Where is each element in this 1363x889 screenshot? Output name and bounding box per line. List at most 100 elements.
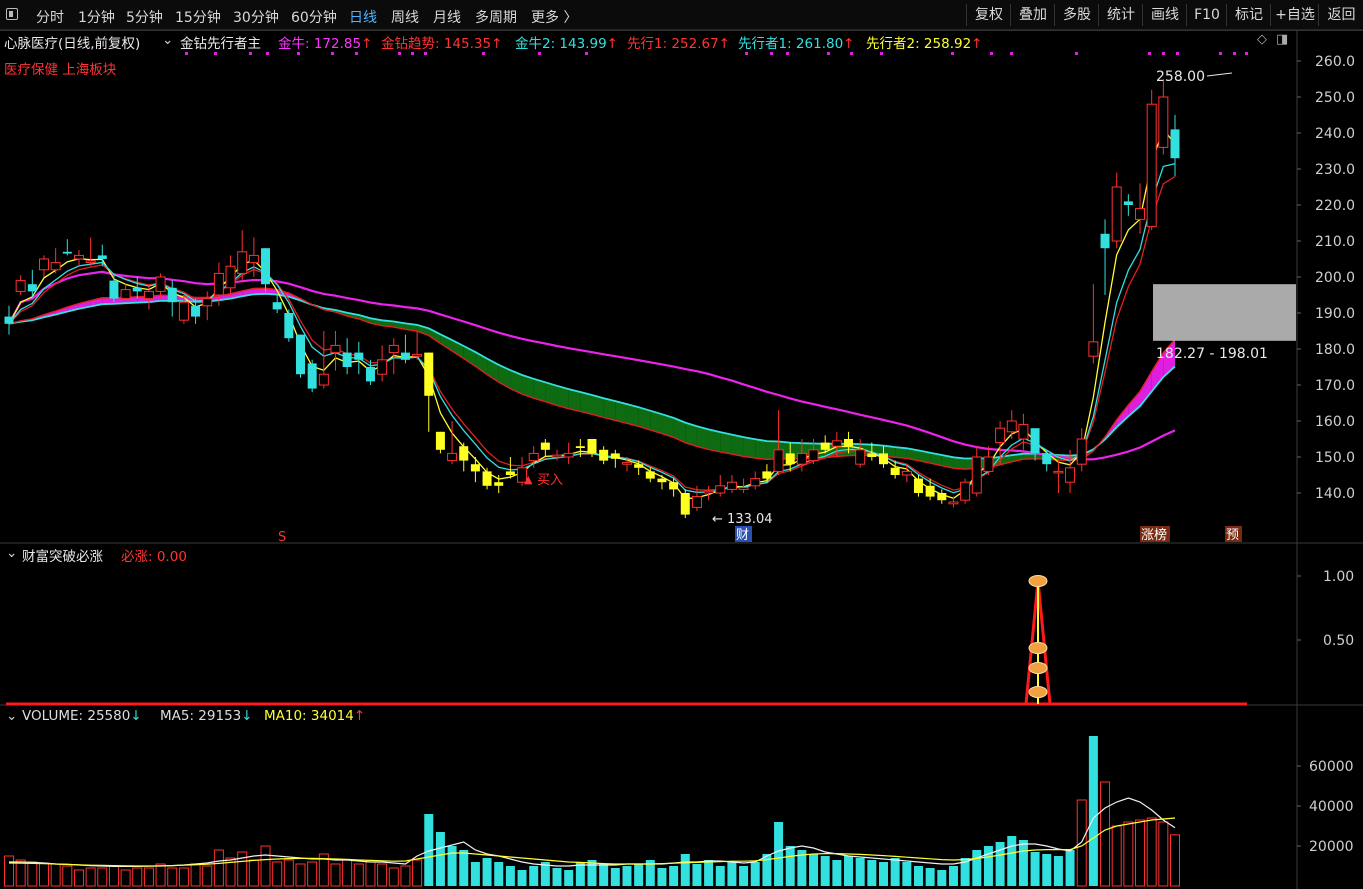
volume-value-2: MA10: 34014↑ [264,708,365,724]
signal-dot [1219,52,1222,55]
candle-body [948,501,959,505]
volume-bar [890,858,900,886]
sub-indicator-name[interactable]: 财富突破必涨 [22,545,103,565]
panel-layout-icon[interactable]: ◨ [1276,32,1288,47]
signal-dot [770,52,773,55]
signal-dot [585,52,588,55]
sub-tick-label: 0.50 [1323,633,1354,649]
volume-bar [587,860,597,886]
candle-body [412,353,423,357]
volume-toggle-icon[interactable]: ⌄ [6,708,17,724]
candle-body [1135,208,1146,220]
volume-bar [27,861,38,887]
yu-marker: 预 [1226,528,1239,543]
volume-text-2: MA10: 34014 [264,708,354,724]
volume-bar [470,862,480,886]
volume-bar [820,856,830,886]
candle-body [691,496,702,508]
diamond-icon[interactable]: ◇ [1257,32,1267,47]
indicator-name[interactable]: 金钻先行者主 [180,32,261,52]
volume-bar [505,866,515,886]
candle-body [424,352,434,396]
sector-tags[interactable]: 医疗保健 上海板块 [4,58,116,78]
indicator-text-2: 金牛2: 143.99 [515,36,607,52]
candle-body [1053,470,1064,474]
indicator-text-0: 金牛: 172.85 [278,36,362,52]
candle-body [225,265,236,289]
stock-title: 心脉医疗(日线,前复权) [4,36,141,52]
indicator-toggle-icon[interactable]: ⌄ [162,32,173,48]
candle-body [1042,453,1052,465]
fin-marker: 财 [736,528,749,543]
buy-label: 买入 [537,473,563,488]
candle-body [85,260,96,264]
volume-bar [85,867,96,887]
volume-bar [248,859,259,887]
signal-dot [1245,52,1248,55]
candle-body [261,248,271,285]
candle-body [1146,103,1157,228]
candle-body [132,287,142,292]
candle-body [1006,420,1017,433]
candle-body [4,316,14,324]
price-tick-label: 230.0 [1315,162,1355,178]
volume-bar [167,867,178,887]
signal-dot [745,52,748,55]
price-tick-label: 240.0 [1315,126,1355,142]
candle-body [680,493,690,515]
up-arrow-icon: ↑ [971,36,983,52]
signal-dot [827,52,830,55]
volume-bar [844,856,854,886]
candle-body [1100,233,1110,249]
volume-bar [260,845,271,887]
signal-dot [266,52,269,55]
buy-arrow-icon: ▲ [524,473,533,486]
volume-bar [727,862,737,886]
diamond-icon [1028,662,1048,674]
candle-body [213,272,224,296]
candle-body [831,440,842,447]
candle-body [540,442,550,450]
diamond-icon [1028,575,1048,587]
candle-body [610,453,620,459]
volume-value-1: MA5: 29153↓ [160,708,253,724]
signal-dot [482,52,485,55]
indicator-text-5: 先行者2: 258.92 [866,36,972,52]
volume-bar [1042,854,1052,886]
volume-bar [785,846,795,886]
signal-dot [249,52,252,55]
price-tick-label: 150.0 [1315,450,1355,466]
volume-bar [774,822,784,886]
candle-body [1158,96,1169,148]
volume-tick-label: 40000 [1309,799,1354,815]
up-arrow-icon: ↑ [606,36,618,52]
candle-body [38,258,49,271]
candle-body [796,452,807,465]
volume-bar [657,868,667,886]
candle-body [715,485,726,494]
volume-bar [15,859,26,887]
signal-dot [424,52,427,55]
candle-body [27,284,37,292]
volume-tick-label: 20000 [1309,839,1354,855]
signal-dot [411,52,414,55]
volume-bar [937,870,947,886]
sub-toggle-icon[interactable]: ⌄ [6,545,17,561]
candle-body [365,367,375,382]
stock-chart[interactable]: 182.27 - 198.01 258.00 ← 133.04 ▲ 买入 S 财 涨榜 预 26… [0,0,1363,889]
trend-ribbon-segment [720,432,732,455]
indicator-text-4: 先行者1: 261.80 [738,36,844,52]
sub-value-label: 必涨: 0.00 [121,549,187,565]
signal-dot [1162,52,1165,55]
volume-bar [1158,821,1169,887]
candle-body [575,446,585,448]
candle-body [15,280,26,292]
candle-body [855,449,866,465]
volume-bar [353,863,364,887]
candle-body [621,461,632,465]
candle-body [459,446,469,461]
breakout-indicator [6,575,1247,706]
candle-body [388,344,399,354]
candle-body [272,302,282,310]
signal-dot [355,52,358,55]
